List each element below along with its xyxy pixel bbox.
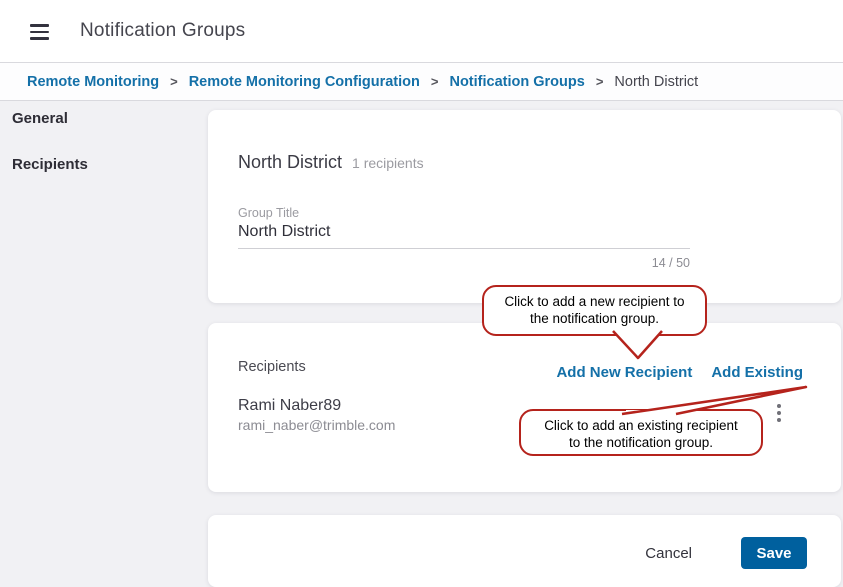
callout-text-line: to the notification group. [521,434,761,451]
breadcrumb-remote-monitoring-configuration[interactable]: Remote Monitoring Configuration [189,74,420,90]
group-name-heading: North District [238,152,342,173]
recipients-card: Recipients Add New Recipient Add Existin… [208,323,841,492]
group-heading-row: North District 1 recipients [238,152,424,173]
breadcrumb-separator: > [596,74,604,89]
recipient-name: Rami Naber89 [238,397,341,415]
cancel-button[interactable]: Cancel [639,544,698,563]
more-options-icon[interactable] [775,402,783,424]
page-title: Notification Groups [80,20,245,42]
callout-add-new-recipient: Click to add a new recipient to the noti… [482,285,707,336]
footer-action-bar: Cancel Save [208,515,841,587]
group-title-label: Group Title [238,206,299,220]
breadcrumb-separator: > [170,74,178,89]
add-new-recipient-link[interactable]: Add New Recipient [556,364,692,381]
breadcrumb: Remote Monitoring > Remote Monitoring Co… [0,63,843,101]
menu-icon[interactable] [30,24,49,40]
breadcrumb-notification-groups[interactable]: Notification Groups [449,74,584,90]
breadcrumb-separator: > [431,74,439,89]
callout-add-existing: Click to add an existing recipient to th… [519,409,763,456]
character-counter: 14 / 50 [238,256,690,270]
recipients-section-label: Recipients [238,359,306,375]
group-title-input[interactable] [238,222,690,249]
add-existing-link[interactable]: Add Existing [711,364,803,381]
sidebar-item-recipients[interactable]: Recipients [12,156,88,173]
callout-text-line: Click to add an existing recipient [521,417,761,434]
recipient-count-label: 1 recipients [352,155,424,171]
sidebar-item-general[interactable]: General [12,110,68,127]
recipient-email: rami_naber@trimble.com [238,417,395,433]
app-header: Notification Groups [0,0,843,63]
recipient-actions: Add New Recipient Add Existing [556,364,803,381]
general-card: North District 1 recipients Group Title … [208,110,841,303]
callout-text-line: Click to add a new recipient to [484,293,705,310]
save-button[interactable]: Save [741,537,807,569]
breadcrumb-current-north-district: North District [614,74,698,90]
breadcrumb-remote-monitoring[interactable]: Remote Monitoring [27,74,159,90]
callout-text-line: the notification group. [484,310,705,327]
